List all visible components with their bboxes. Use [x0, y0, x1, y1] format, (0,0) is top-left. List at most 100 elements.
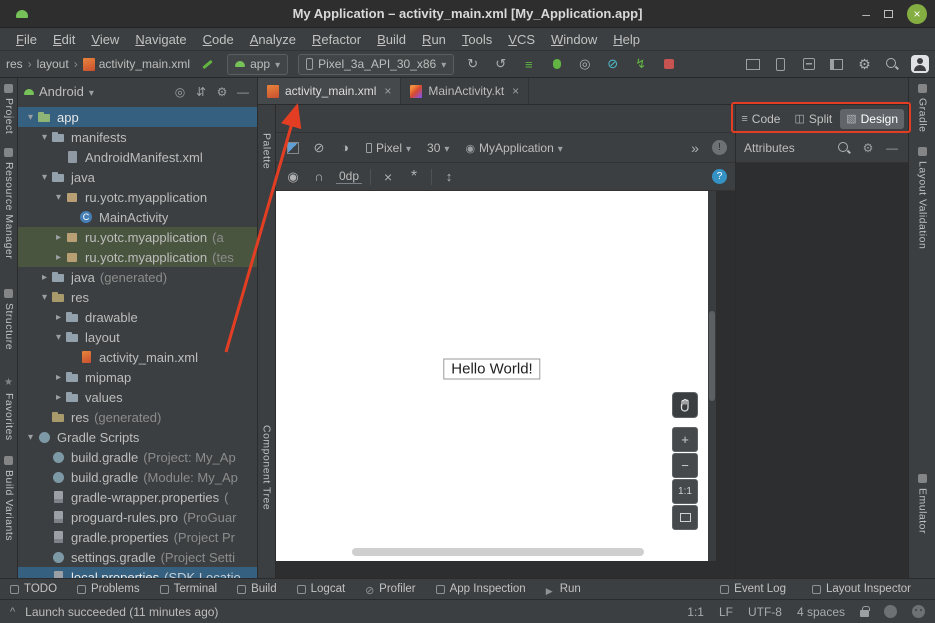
tree-item-res[interactable]: res [18, 287, 257, 307]
menu-item-run[interactable]: Run [414, 32, 454, 47]
tree-item-ru-yotc-myapplication[interactable]: ru.yotc.myapplication(a [18, 227, 257, 247]
breadcrumb-layout[interactable]: layout [37, 57, 69, 71]
pack-align-icon[interactable] [440, 168, 458, 186]
menu-item-help[interactable]: Help [605, 32, 648, 47]
device-canvas[interactable]: Hello World! [276, 191, 708, 561]
mode-code-button[interactable]: Code [735, 109, 786, 129]
menu-item-tools[interactable]: Tools [454, 32, 500, 47]
horizontal-scrollbar[interactable] [352, 548, 644, 556]
issue-indicator-icon[interactable] [712, 140, 727, 155]
close-icon[interactable] [384, 84, 391, 98]
palette-tab[interactable]: Palette [261, 133, 272, 169]
expand-arrow-icon[interactable] [52, 192, 65, 203]
expand-arrow-icon[interactable] [52, 312, 65, 323]
menu-item-file[interactable]: File [8, 32, 45, 47]
close-icon[interactable] [512, 84, 519, 98]
collapse-all-icon[interactable]: ⇵ [193, 85, 209, 99]
file-encoding[interactable]: UTF-8 [748, 605, 782, 619]
pan-hand-button[interactable] [672, 392, 698, 418]
tree-item-layout[interactable]: layout [18, 327, 257, 347]
toolwindow-layout-inspector[interactable]: Layout Inspector [812, 583, 911, 595]
tool-window-button-favorites[interactable]: Favorites [3, 373, 14, 441]
lock-icon[interactable] [860, 610, 869, 617]
tree-item-proguard-rules-pro[interactable]: proguard-rules.pro(ProGuar [18, 507, 257, 527]
hello-world-textview[interactable]: Hello World! [443, 358, 540, 379]
toolwindow-problems[interactable]: Problems [77, 583, 140, 595]
sync-project-icon[interactable] [464, 56, 481, 73]
close-icon[interactable] [907, 4, 927, 24]
notification-icon[interactable] [884, 605, 897, 618]
tree-item-mainactivity[interactable]: MainActivity [18, 207, 257, 227]
line-ending[interactable]: LF [719, 605, 733, 619]
gear-icon[interactable]: ⚙ [860, 141, 876, 155]
run-configuration-selector[interactable]: app [227, 54, 288, 75]
tree-item-gradle-wrapper-properties[interactable]: gradle-wrapper.properties( [18, 487, 257, 507]
breadcrumb-activity-main-xml[interactable]: activity_main.xml [83, 57, 190, 71]
maximize-icon[interactable] [884, 10, 893, 18]
search-everywhere-icon[interactable] [884, 56, 900, 72]
expand-arrow-icon[interactable] [52, 332, 65, 343]
attach-debugger-icon[interactable] [492, 56, 509, 73]
zoom-to-fit-button[interactable] [672, 505, 698, 530]
tool-window-button-gradle[interactable]: Gradle [917, 84, 928, 133]
zoom-out-button[interactable] [672, 453, 698, 478]
mode-design-button[interactable]: Design [840, 109, 904, 129]
search-icon[interactable] [836, 140, 852, 156]
device-manager-icon[interactable] [744, 56, 761, 73]
toolwindow-todo[interactable]: TODO [10, 583, 57, 595]
tree-item-res[interactable]: res(generated) [18, 407, 257, 427]
apply-changes-icon[interactable] [632, 56, 649, 73]
tree-item-androidmanifest-xml[interactable]: AndroidManifest.xml [18, 147, 257, 167]
help-icon[interactable] [712, 169, 727, 184]
expand-arrow-icon[interactable] [38, 172, 51, 183]
clear-constraints-icon[interactable] [379, 168, 397, 186]
menu-item-view[interactable]: View [83, 32, 127, 47]
profiler-icon[interactable] [604, 56, 621, 73]
expand-arrow-icon[interactable] [38, 292, 51, 303]
tool-window-button-structure[interactable]: Structure [3, 289, 14, 350]
overflow-chevrons-icon[interactable] [686, 139, 704, 157]
sdk-manager-icon[interactable] [800, 56, 817, 73]
expand-arrow-icon[interactable] [52, 232, 65, 243]
toolwindow-profiler[interactable]: Profiler [365, 583, 415, 595]
infer-constraints-icon[interactable] [405, 168, 423, 186]
menu-item-navigate[interactable]: Navigate [127, 32, 194, 47]
toolwindow-terminal[interactable]: Terminal [160, 583, 217, 595]
chevron-up-icon[interactable] [10, 606, 15, 618]
expand-arrow-icon[interactable] [38, 272, 51, 283]
default-margin-button[interactable]: 0dp [336, 169, 362, 184]
hide-panel-icon[interactable]: — [884, 141, 900, 155]
caret-position[interactable]: 1:1 [687, 605, 704, 619]
tree-item-build-gradle[interactable]: build.gradle(Project: My_Ap [18, 447, 257, 467]
menu-item-refactor[interactable]: Refactor [304, 32, 369, 47]
orientation-icon[interactable] [336, 139, 354, 157]
menu-item-edit[interactable]: Edit [45, 32, 83, 47]
toolwindow-build[interactable]: Build [237, 583, 277, 595]
tool-window-button-emulator[interactable]: Emulator [917, 474, 928, 534]
expand-arrow-icon[interactable] [38, 132, 51, 143]
tree-item-local-properties[interactable]: local.properties(SDK Locatio [18, 567, 257, 578]
minimize-icon[interactable] [862, 6, 870, 22]
tree-item-settings-gradle[interactable]: settings.gradle(Project Setti [18, 547, 257, 567]
tool-window-button-layout-validation[interactable]: Layout Validation [917, 147, 928, 249]
breadcrumb-res[interactable]: res [6, 57, 23, 71]
layout-inspector-icon[interactable] [828, 56, 845, 73]
debug-icon[interactable] [548, 56, 565, 73]
avatar[interactable] [911, 55, 929, 73]
expand-arrow-icon[interactable] [24, 432, 37, 443]
mode-split-button[interactable]: Split [788, 109, 838, 129]
tree-item-build-gradle[interactable]: build.gradle(Module: My_Ap [18, 467, 257, 487]
tool-window-button-build-variants[interactable]: Build Variants [3, 456, 14, 541]
zoom-reset-button[interactable]: 1:1 [672, 479, 698, 504]
api-level-dropdown[interactable]: 30 [423, 141, 453, 155]
expand-arrow-icon[interactable] [52, 252, 65, 263]
tree-item-activity-main-xml[interactable]: activity_main.xml [18, 347, 257, 367]
tree-item-gradle-scripts[interactable]: Gradle Scripts [18, 427, 257, 447]
tab-activity-main-xml[interactable]: activity_main.xml [258, 78, 401, 104]
expand-arrow-icon[interactable] [52, 392, 65, 403]
device-selector[interactable]: Pixel_3a_API_30_x86 [298, 54, 454, 75]
view-options-icon[interactable] [284, 168, 302, 186]
tree-item-gradle-properties[interactable]: gradle.properties(Project Pr [18, 527, 257, 547]
tree-item-manifests[interactable]: manifests [18, 127, 257, 147]
menu-item-vcs[interactable]: VCS [500, 32, 543, 47]
